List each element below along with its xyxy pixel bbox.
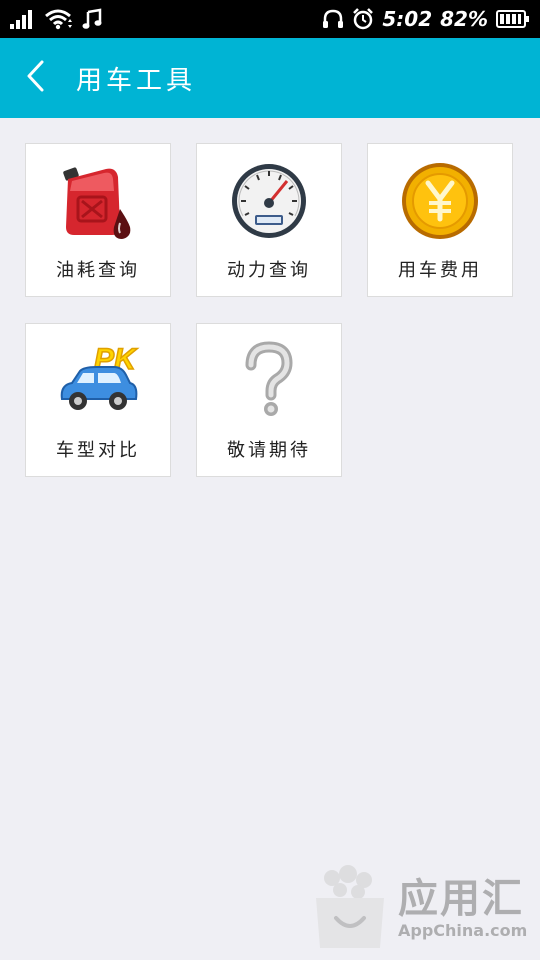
battery-icon [496, 9, 530, 29]
tool-label: 车型对比 [56, 440, 140, 461]
headphones-icon [322, 8, 344, 30]
tool-label: 油耗查询 [56, 260, 140, 281]
question-mark-icon [197, 340, 341, 422]
watermark-name: 应用汇 [398, 876, 524, 922]
fuel-can-icon [26, 160, 170, 242]
tool-tile-coming-soon[interactable]: 敬请期待 [196, 323, 342, 477]
tools-grid: 油耗查询 动力查询 用车费用 PK 车型对比 敬请期待 [25, 143, 515, 477]
page-title: 用车工具 [76, 65, 197, 96]
tool-label: 用车费用 [398, 260, 482, 281]
signal-icon [10, 9, 36, 29]
tool-tile-car-cost[interactable]: 用车费用 [367, 143, 513, 297]
yuan-coin-icon [368, 160, 512, 242]
car-pk-icon: PK [26, 340, 170, 422]
speedometer-icon [197, 160, 341, 242]
status-bar-left [10, 8, 104, 30]
app-header: 用车工具 [0, 38, 540, 118]
status-time: 5:02 [382, 7, 433, 31]
alarm-clock-icon [352, 8, 374, 30]
tool-tile-fuel-consumption[interactable]: 油耗查询 [25, 143, 171, 297]
wifi-icon [44, 8, 74, 30]
status-bar-right: 5:02 82% [322, 7, 530, 31]
tool-label: 敬请期待 [227, 440, 311, 461]
shopping-bag-logo-icon [312, 864, 388, 954]
back-button[interactable] [4, 38, 68, 118]
music-note-icon [82, 8, 104, 30]
status-bar: 5:02 82% [0, 0, 540, 38]
appchina-watermark: 应用汇 AppChina.com [312, 864, 537, 954]
tool-label: 动力查询 [227, 260, 311, 281]
tool-tile-model-compare[interactable]: PK 车型对比 [25, 323, 171, 477]
tool-tile-power[interactable]: 动力查询 [196, 143, 342, 297]
battery-percent: 82% [440, 7, 488, 31]
chevron-left-icon [24, 59, 48, 97]
watermark-domain: AppChina.com [398, 921, 528, 940]
